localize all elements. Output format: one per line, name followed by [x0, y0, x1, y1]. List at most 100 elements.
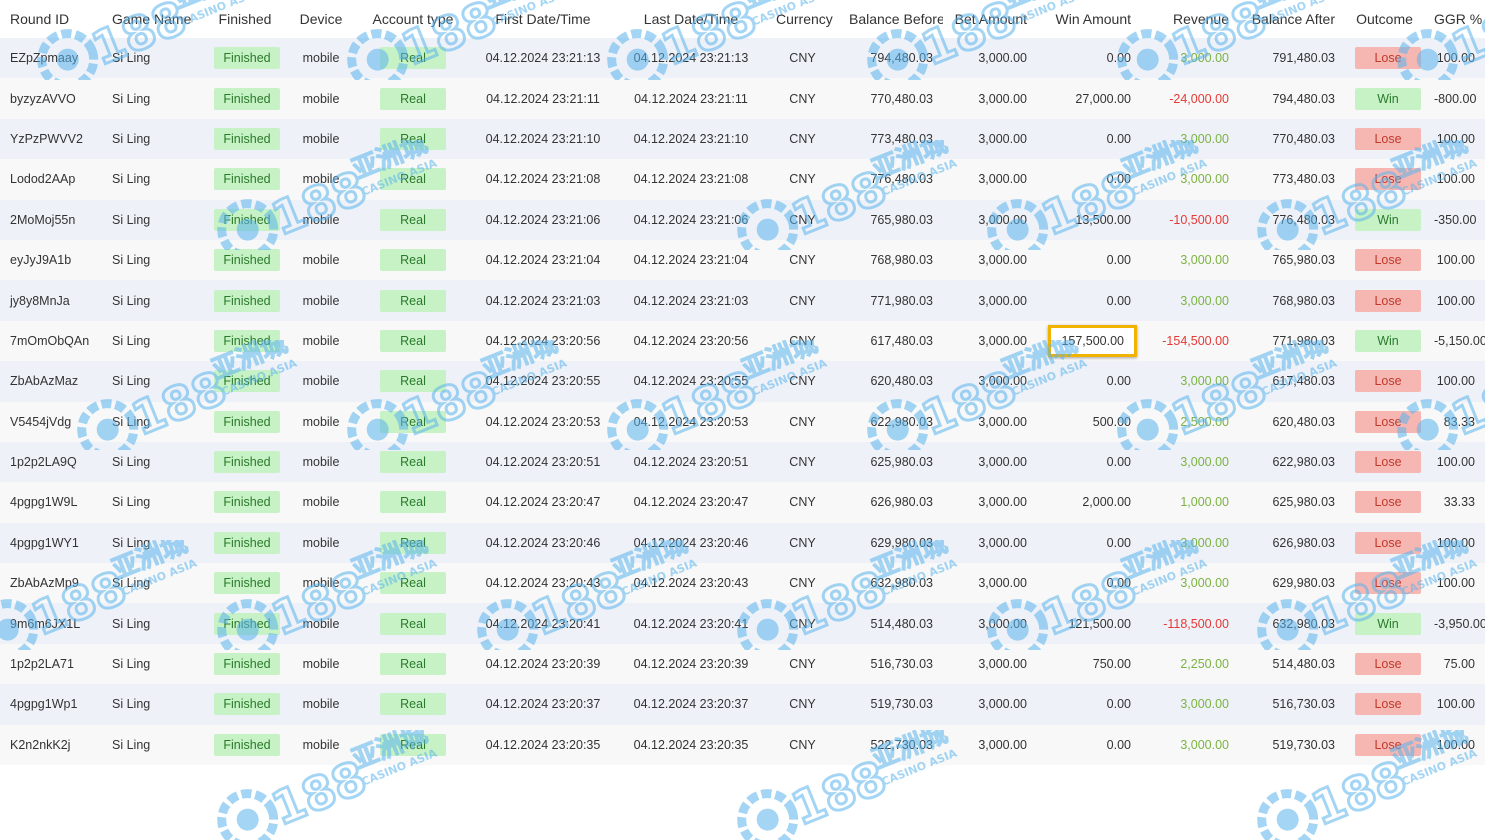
table-row[interactable]: eyJyJ9A1b Si Ling Finished mobile Real 04.12.… — [0, 239, 1485, 281]
header-balance-before[interactable]: Balance Before — [839, 0, 943, 38]
outcome-badge: Lose — [1355, 531, 1421, 554]
revenue-cell: 3,000.00 — [1141, 38, 1239, 78]
device-cell: mobile — [302, 495, 340, 510]
win-amount-cell: 13,500.00 — [1075, 212, 1131, 227]
revenue-cell: 2,500.00 — [1141, 402, 1239, 442]
ggr-percent-cell: 100.00 — [1436, 172, 1475, 187]
revenue-value: 3,000.00 — [1180, 51, 1229, 66]
balance-after-cell: 773,480.03 — [1272, 172, 1335, 187]
last-datetime-cell: 04.12.2024 23:20:55 — [633, 374, 749, 389]
balance-before-cell: 516,730.03 — [870, 657, 933, 672]
bet-amount-cell: 3,000.00 — [978, 455, 1027, 470]
table-row[interactable]: 9m6m6JX1L Si Ling Finished mobile Real 04.12.… — [0, 603, 1485, 644]
table-row[interactable]: 1p2p2LA9Q Si Ling Finished mobile Real 04.12.… — [0, 441, 1485, 483]
header-bet-amount[interactable]: Bet Amount — [943, 0, 1037, 38]
first-datetime-cell: 04.12.2024 23:20:53 — [485, 414, 601, 429]
win-amount-cell: 0.00 — [1106, 374, 1131, 389]
table-row[interactable]: 1p2p2LA71 Si Ling Finished mobile Real 04.12.… — [0, 643, 1485, 685]
balance-after-cell: 514,480.03 — [1272, 657, 1335, 672]
finished-cell: Finished — [204, 240, 286, 280]
revenue-value: -24,000.00 — [1169, 91, 1229, 106]
currency-cell: CNY — [789, 535, 816, 550]
account-type-cell: Real — [356, 644, 470, 684]
header-outcome[interactable]: Outcome — [1345, 0, 1424, 38]
game-name-cell: Si Ling — [112, 616, 151, 631]
table-row[interactable]: 4pgpg1W9L Si Ling Finished mobile Real 04.12.… — [0, 482, 1485, 523]
outcome-cell: Lose — [1345, 361, 1424, 401]
header-revenue[interactable]: Revenue — [1141, 0, 1239, 38]
account-type-cell: Real — [356, 402, 470, 442]
header-ggr-percent[interactable]: GGR % — [1424, 0, 1485, 38]
outcome-badge: Win — [1355, 87, 1421, 110]
table-row[interactable]: V5454jVdg Si Ling Finished mobile Real 04.12.… — [0, 401, 1485, 442]
account-type-badge: Real — [380, 289, 446, 312]
table-row[interactable]: YzPzPWVV2 Si Ling Finished mobile Real 04.12.… — [0, 118, 1485, 160]
first-datetime-cell: 04.12.2024 23:21:11 — [486, 91, 600, 106]
table-row[interactable]: jy8y8MnJa Si Ling Finished mobile Real 04.12.… — [0, 280, 1485, 321]
balance-before-cell: 770,480.03 — [870, 91, 933, 106]
last-datetime-cell: 04.12.2024 23:20:35 — [633, 737, 749, 752]
table-row[interactable]: 4pgpg1Wp1 Si Ling Finished mobile Real 04.12.… — [0, 684, 1485, 725]
account-type-badge: Real — [380, 249, 446, 272]
finished-cell: Finished — [204, 321, 286, 361]
outcome-cell: Lose — [1345, 684, 1424, 724]
revenue-value: -10,500.00 — [1169, 212, 1229, 227]
table-row[interactable]: byzyzAVVO Si Ling Finished mobile Real 04.12.… — [0, 78, 1485, 119]
revenue-cell: 3,000.00 — [1141, 159, 1239, 199]
header-round-id[interactable]: Round ID — [0, 0, 102, 38]
outcome-badge: Lose — [1355, 491, 1421, 514]
game-name-cell: Si Ling — [112, 697, 151, 712]
last-datetime-cell: 04.12.2024 23:21:10 — [633, 131, 749, 146]
outcome-cell: Lose — [1345, 644, 1424, 684]
header-currency[interactable]: Currency — [766, 0, 839, 38]
ggr-percent-cell: 100.00 — [1436, 535, 1475, 550]
table-row[interactable]: ZbAbAzMaz Si Ling Finished mobile Real 04.12.… — [0, 361, 1485, 402]
finished-cell: Finished — [204, 644, 286, 684]
table-row[interactable]: ZbAbAzMp9 Si Ling Finished mobile Real 04.12.… — [0, 563, 1485, 604]
first-datetime-cell: 04.12.2024 23:20:43 — [485, 576, 601, 591]
finished-badge: Finished — [214, 168, 280, 191]
currency-cell: CNY — [789, 495, 816, 510]
header-first-datetime[interactable]: First Date/Time — [470, 0, 616, 38]
outcome-badge: Lose — [1355, 733, 1421, 756]
header-account-type[interactable]: Account type — [356, 0, 470, 38]
finished-badge: Finished — [214, 410, 280, 433]
header-game-name[interactable]: Game Name — [102, 0, 204, 38]
balance-before-cell: 622,980.03 — [870, 414, 933, 429]
win-amount-cell: 500.00 — [1092, 414, 1131, 429]
table-row[interactable]: 7mOmObQAn Si Ling Finished mobile Real 04.12.… — [0, 320, 1485, 362]
outcome-badge: Win — [1355, 208, 1421, 231]
currency-cell: CNY — [789, 374, 816, 389]
account-type-badge: Real — [380, 531, 446, 554]
header-balance-after[interactable]: Balance After — [1239, 0, 1345, 38]
balance-before-cell: 765,980.03 — [870, 212, 933, 227]
table-row[interactable]: 4pgpg1WY1 Si Ling Finished mobile Real 04.12.… — [0, 522, 1485, 564]
round-id-cell: 4pgpg1WY1 — [10, 535, 79, 550]
revenue-value: 3,000.00 — [1180, 697, 1229, 712]
first-datetime-cell: 04.12.2024 23:20:51 — [485, 455, 601, 470]
table-row[interactable]: 2MoMoj55n Si Ling Finished mobile Real 04.12.… — [0, 199, 1485, 240]
bet-amount-cell: 3,000.00 — [978, 374, 1027, 389]
first-datetime-cell: 04.12.2024 23:21:03 — [485, 293, 601, 308]
finished-cell: Finished — [204, 159, 286, 199]
device-cell: mobile — [302, 697, 340, 712]
balance-before-cell: 776,480.03 — [870, 172, 933, 187]
header-finished[interactable]: Finished — [204, 0, 286, 38]
header-device[interactable]: Device — [286, 0, 356, 38]
header-win-amount[interactable]: Win Amount — [1037, 0, 1141, 38]
account-type-badge: Real — [380, 208, 446, 231]
table-row[interactable]: Lodod2AAp Si Ling Finished mobile Real 04.12.… — [0, 159, 1485, 200]
first-datetime-cell: 04.12.2024 23:20:37 — [485, 697, 601, 712]
outcome-badge: Lose — [1355, 47, 1421, 70]
table-row[interactable]: K2n2nkK2j Si Ling Finished mobile Real 04.12.… — [0, 724, 1485, 766]
table-row[interactable]: EZpZpmaay Si Ling Finished mobile Real 04.12.… — [0, 38, 1485, 79]
finished-badge: Finished — [214, 87, 280, 110]
device-cell: mobile — [302, 91, 340, 106]
balance-before-cell: 625,980.03 — [870, 455, 933, 470]
bet-amount-cell: 3,000.00 — [978, 131, 1027, 146]
game-name-cell: Si Ling — [112, 253, 151, 268]
last-datetime-cell: 04.12.2024 23:20:51 — [633, 455, 749, 470]
header-last-datetime[interactable]: Last Date/Time — [616, 0, 766, 38]
highlighted-win-amount: 157,500.00 — [1048, 324, 1137, 357]
revenue-value: 3,000.00 — [1180, 131, 1229, 146]
